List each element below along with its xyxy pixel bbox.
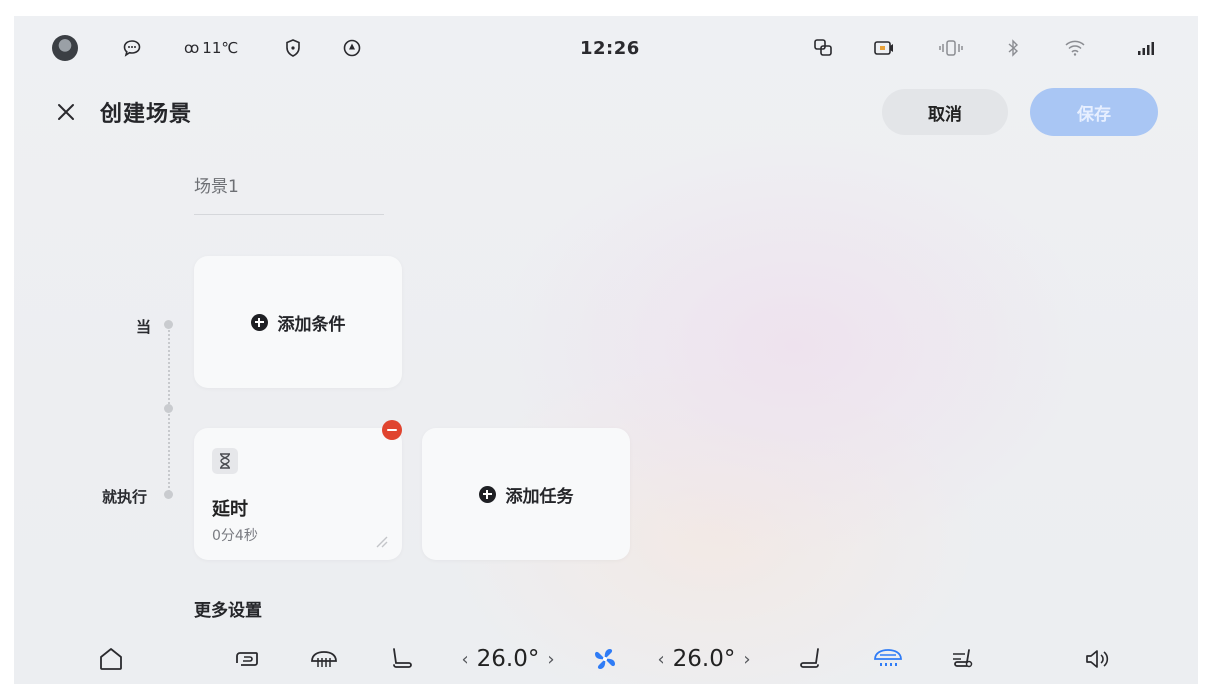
timeline-then-label: 就执行 xyxy=(102,488,148,506)
left-temperature-value: 26.0° xyxy=(476,646,540,672)
temp-increase-button[interactable]: › xyxy=(743,649,750,670)
cancel-button[interactable]: 取消 xyxy=(882,89,1008,135)
screen-share-icon[interactable] xyxy=(812,34,834,62)
scene-name-underline xyxy=(194,214,384,215)
bluetooth-icon[interactable] xyxy=(1006,34,1020,62)
resize-handle-icon xyxy=(376,536,388,548)
recirculation-icon[interactable] xyxy=(232,634,262,684)
camera-icon[interactable] xyxy=(872,34,896,62)
timeline-dot xyxy=(164,490,173,499)
more-settings[interactable]: 更多设置 xyxy=(194,596,262,621)
hourglass-icon xyxy=(212,448,238,474)
weather[interactable]: ꝏ 11℃ xyxy=(184,34,238,62)
add-condition-card[interactable]: 添加条件 xyxy=(194,256,402,388)
driver-seat-icon[interactable] xyxy=(386,634,416,684)
climate-dock: ‹ 26.0° › ‹ 26.0° › xyxy=(14,634,1198,684)
timeline-dot xyxy=(164,320,173,329)
delay-task-card[interactable]: 延时 0分4秒 xyxy=(194,428,402,560)
add-condition-label: 添加条件 xyxy=(277,314,346,335)
plus-icon xyxy=(478,485,496,503)
timeline-connector xyxy=(168,330,170,496)
temp-decrease-button[interactable]: ‹ xyxy=(461,649,468,670)
page-title: 创建场景 xyxy=(100,102,193,127)
left-temperature-control[interactable]: ‹ 26.0° › xyxy=(458,634,558,684)
timeline-dot xyxy=(164,404,173,413)
outside-temperature: 11℃ xyxy=(202,39,239,57)
navigation-icon[interactable] xyxy=(342,34,362,62)
clock: 12:26 xyxy=(580,37,640,59)
delay-value: 0分4秒 xyxy=(212,528,258,544)
signal-icon[interactable] xyxy=(1136,34,1156,62)
home-icon[interactable] xyxy=(96,634,126,684)
scene-name-input[interactable]: 场景1 xyxy=(194,172,239,197)
vibrate-icon[interactable] xyxy=(936,34,966,62)
volume-icon[interactable] xyxy=(1082,634,1112,684)
visibility-icon: ꝏ xyxy=(184,39,200,57)
car-screen: ꝏ 11℃ 12:26 创建场景 取消 保存 场景1 当 就执行 添加条件 延时… xyxy=(14,16,1198,684)
right-temperature-control[interactable]: ‹ 26.0° › xyxy=(654,634,754,684)
wifi-icon[interactable] xyxy=(1064,34,1086,62)
add-task-card[interactable]: 添加任务 xyxy=(422,428,630,560)
temp-decrease-button[interactable]: ‹ xyxy=(657,649,664,670)
save-button[interactable]: 保存 xyxy=(1030,88,1158,136)
avatar[interactable] xyxy=(52,34,78,62)
windshield-heat-icon[interactable] xyxy=(870,634,906,684)
passenger-seat-icon[interactable] xyxy=(796,634,826,684)
close-icon xyxy=(58,104,74,120)
seat-heat-icon[interactable] xyxy=(948,634,978,684)
timeline-when-label: 当 xyxy=(136,318,152,336)
close-button[interactable] xyxy=(52,98,80,126)
plus-icon xyxy=(250,313,268,331)
right-temperature-value: 26.0° xyxy=(672,646,736,672)
message-icon[interactable] xyxy=(122,34,142,62)
shield-icon[interactable] xyxy=(284,34,302,62)
fan-icon[interactable] xyxy=(590,634,620,684)
status-bar: ꝏ 11℃ 12:26 xyxy=(14,16,1198,80)
temp-increase-button[interactable]: › xyxy=(547,649,554,670)
add-task-label: 添加任务 xyxy=(505,486,574,507)
remove-delay-button[interactable] xyxy=(382,420,402,440)
delay-title: 延时 xyxy=(212,499,248,520)
defrost-icon[interactable] xyxy=(308,634,340,684)
